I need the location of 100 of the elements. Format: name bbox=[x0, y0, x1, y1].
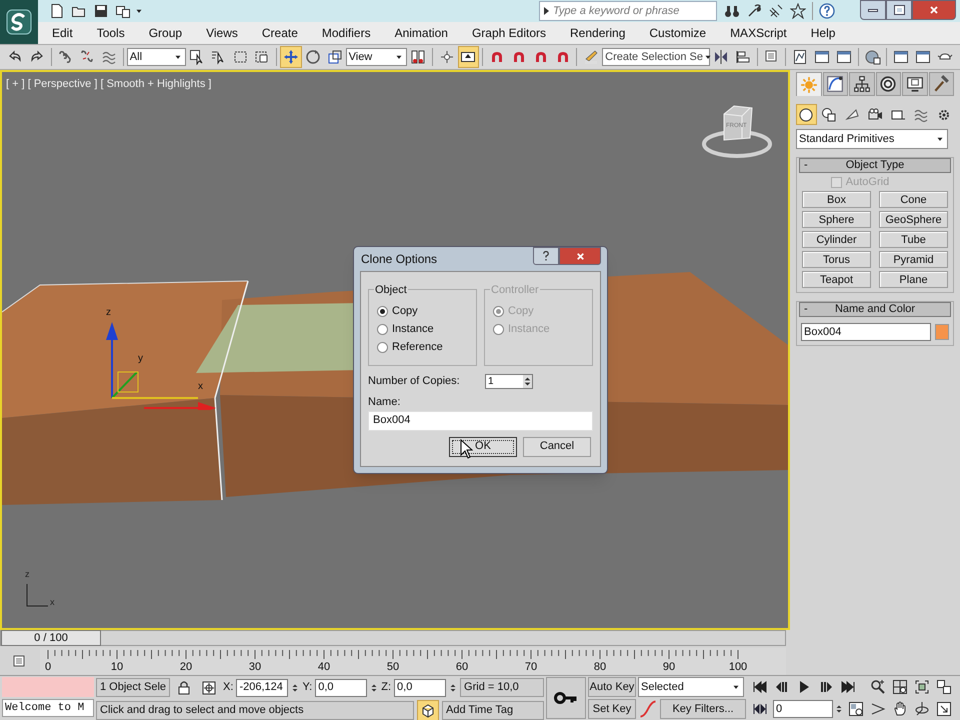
menu-item[interactable]: Edit bbox=[52, 24, 73, 42]
radio-button[interactable] bbox=[377, 306, 388, 316]
menu-item[interactable]: Group bbox=[148, 24, 182, 42]
menu-item[interactable]: Rendering bbox=[570, 24, 626, 42]
zoom-all-icon bbox=[892, 679, 908, 695]
question-icon bbox=[540, 250, 552, 262]
frame-label: 100 bbox=[728, 660, 748, 675]
add-time-tag-button[interactable]: Add Time Tag bbox=[442, 701, 544, 720]
primitive-button[interactable]: Box bbox=[802, 191, 871, 208]
time-slider-thumb[interactable]: 0 / 100 bbox=[1, 630, 101, 646]
primitive-button[interactable]: Pyramid bbox=[879, 251, 948, 268]
radio-label: Instance bbox=[392, 322, 434, 337]
move-tool-button[interactable] bbox=[280, 46, 302, 68]
primitive-button[interactable]: Tube bbox=[879, 231, 948, 248]
frame-label: 20 bbox=[180, 660, 192, 675]
rendered-frame-icon bbox=[915, 49, 932, 65]
menu-item[interactable]: Customize bbox=[649, 24, 706, 42]
select-object-icon bbox=[189, 49, 206, 65]
create-icon bbox=[800, 76, 818, 94]
minimize-button[interactable] bbox=[860, 0, 886, 20]
motion-icon bbox=[879, 75, 898, 93]
primitive-button[interactable]: Cylinder bbox=[802, 231, 871, 248]
dialog-button[interactable]: OK bbox=[449, 436, 517, 456]
dialog-button[interactable]: Cancel bbox=[523, 436, 591, 456]
primitive-button[interactable]: Torus bbox=[802, 251, 871, 268]
window-crossing-icon bbox=[254, 49, 270, 65]
coordinate-field[interactable]: 0,0 bbox=[394, 678, 446, 696]
frame-label: 40 bbox=[318, 660, 330, 675]
category-button[interactable] bbox=[796, 104, 817, 125]
radio-label: Copy bbox=[508, 304, 534, 319]
key-filters-button[interactable]: Key Filters... bbox=[660, 699, 746, 719]
panel-tab[interactable] bbox=[902, 72, 928, 96]
panel-tab[interactable] bbox=[876, 72, 901, 96]
field-of-view-icon bbox=[870, 701, 886, 717]
pivot-icon bbox=[410, 49, 426, 65]
mirror-icon bbox=[713, 49, 730, 65]
search-field[interactable]: Type a keyword or phrase bbox=[539, 1, 717, 21]
menu-item[interactable]: Graph Editors bbox=[472, 24, 546, 42]
menu-item[interactable]: Animation bbox=[394, 24, 448, 42]
mouse-pointer-icon bbox=[460, 439, 473, 459]
primitive-button[interactable]: GeoSphere bbox=[879, 211, 948, 228]
subcategory-dropdown[interactable]: Standard Primitives bbox=[796, 129, 948, 149]
auto-key-button[interactable]: Auto Key bbox=[588, 677, 636, 697]
primitive-button[interactable]: Sphere bbox=[802, 211, 871, 228]
keyboard-icon bbox=[460, 49, 476, 65]
key-mode-dropdown[interactable]: Selected bbox=[638, 677, 744, 697]
group-title: Object bbox=[374, 282, 408, 298]
panel-tab[interactable] bbox=[822, 72, 848, 96]
radio-button[interactable] bbox=[377, 342, 388, 352]
selection-filter-dropdown[interactable]: All bbox=[126, 48, 186, 66]
time-tag-button[interactable] bbox=[417, 700, 439, 720]
frame-label: 50 bbox=[386, 660, 400, 675]
menu-item[interactable]: Views bbox=[206, 24, 238, 42]
material-editor-icon bbox=[864, 49, 881, 65]
menu-item[interactable]: MAXScript bbox=[730, 24, 787, 42]
rollout-header[interactable]: - Name and Color bbox=[799, 302, 951, 317]
axis-constraint-icon bbox=[438, 49, 455, 65]
rollout-header[interactable]: - Object Type bbox=[799, 158, 951, 173]
move-icon bbox=[283, 49, 300, 65]
menu-item[interactable]: Help bbox=[810, 24, 836, 42]
set-key-mode-button[interactable] bbox=[546, 677, 586, 719]
close-button[interactable] bbox=[912, 0, 956, 20]
checkbox-label: AutoGrid bbox=[846, 174, 890, 190]
default-tangent-icon[interactable] bbox=[638, 699, 658, 719]
hierarchy-icon bbox=[852, 75, 871, 93]
name-field[interactable]: Box004 bbox=[368, 410, 593, 430]
coordinate-field[interactable]: -206,124 bbox=[236, 678, 288, 696]
object-name-field[interactable]: Box004 bbox=[801, 323, 931, 341]
go-to-end-icon bbox=[840, 679, 856, 695]
reference-coordinate-dropdown[interactable]: View bbox=[346, 48, 408, 66]
keyboard-override-button[interactable] bbox=[458, 46, 480, 68]
primitive-button[interactable]: Teapot bbox=[802, 271, 871, 288]
restore-button[interactable] bbox=[886, 0, 912, 20]
triangle-icon bbox=[544, 7, 549, 15]
menu-item[interactable]: Create bbox=[262, 24, 298, 42]
primitive-button[interactable]: Cone bbox=[879, 191, 948, 208]
panel-tab[interactable] bbox=[849, 72, 874, 96]
named-selection-dropdown[interactable]: Create Selection Se bbox=[602, 48, 710, 66]
track-bar[interactable]: 0 10 20 30 40 50 60 70 80 90 100 bbox=[40, 648, 786, 675]
modify-icon bbox=[826, 75, 844, 93]
current-frame-field[interactable]: 0 bbox=[773, 700, 833, 718]
axis-label: z bbox=[25, 570, 30, 579]
maxscript-listener-field[interactable] bbox=[2, 677, 94, 697]
primitive-button[interactable]: Plane bbox=[879, 271, 948, 288]
selection-count: 1 Object Sele bbox=[96, 678, 170, 697]
coordinate-field[interactable]: 0,0 bbox=[315, 678, 368, 696]
maxscript-output-field[interactable]: Welcome to M bbox=[2, 699, 94, 717]
set-key-button[interactable]: Set Key bbox=[588, 699, 636, 719]
close-button[interactable] bbox=[559, 247, 601, 265]
viewport-label[interactable]: [ + ] [ Perspective ] [ Smooth + Highlights ] bbox=[6, 76, 212, 92]
copies-spinner[interactable]: 1 bbox=[485, 374, 533, 388]
curve-editor-icon bbox=[814, 49, 830, 65]
link-icon bbox=[57, 49, 74, 65]
help-button[interactable] bbox=[533, 247, 559, 265]
object-color-swatch[interactable] bbox=[935, 324, 949, 340]
radio-button[interactable] bbox=[377, 324, 388, 334]
next-frame-icon bbox=[818, 679, 834, 695]
menu-item[interactable]: Tools bbox=[96, 24, 125, 42]
app-logo-button[interactable] bbox=[0, 0, 38, 44]
menu-item[interactable]: Modifiers bbox=[322, 24, 371, 42]
